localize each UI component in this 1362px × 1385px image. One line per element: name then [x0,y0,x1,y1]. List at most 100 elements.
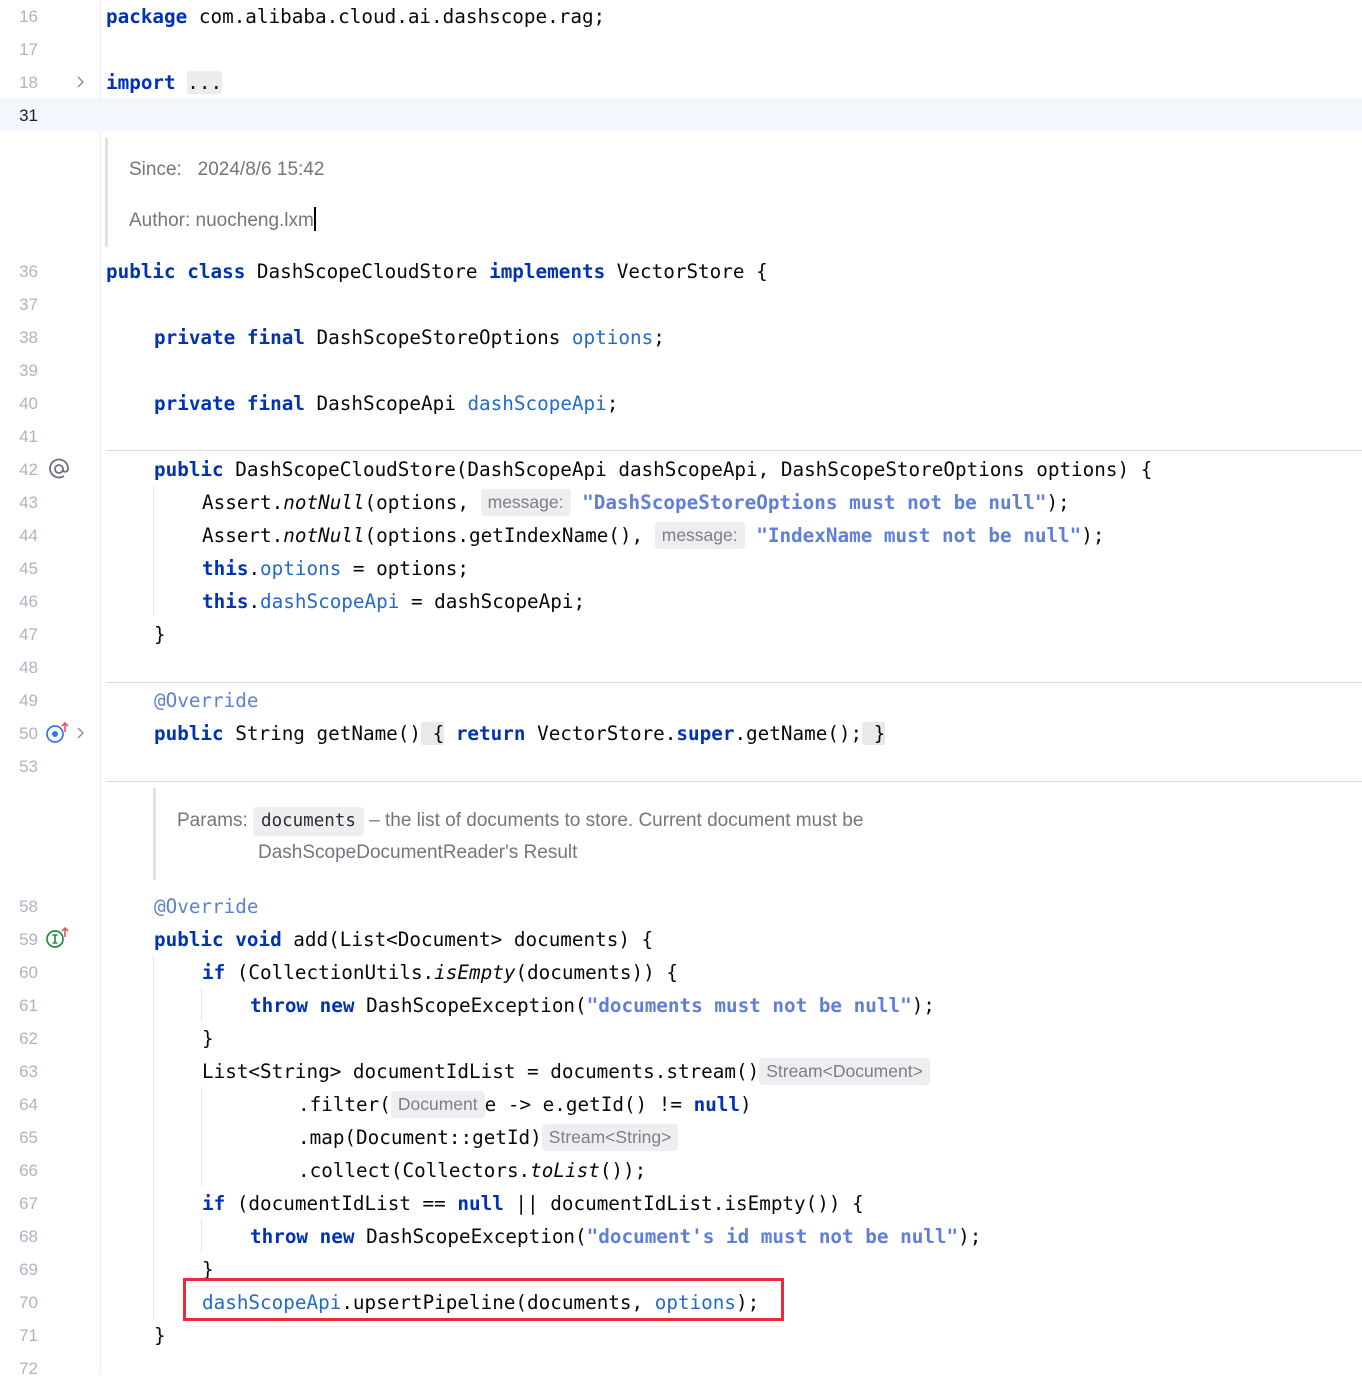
implements-method-icon[interactable] [45,926,71,950]
line-end: ); [1081,524,1105,547]
doc-since-label: Since: [129,159,182,180]
code-line-47[interactable]: } [154,618,166,651]
code-line-66[interactable]: .collect(Collectors.toList()); [298,1154,646,1187]
type-name: DashScopeApi [304,392,468,415]
field-name: dashScopeApi [260,590,400,613]
indent-guide [153,486,154,616]
constructor-call: DashScopeException( [354,994,587,1017]
doc-author-label: Author: [129,210,191,231]
line-number[interactable]: 68 [0,1220,38,1253]
line-number[interactable]: 59 [0,923,38,956]
line-number[interactable]: 47 [0,618,38,651]
line-number[interactable]: 66 [0,1154,38,1187]
line-number[interactable]: 63 [0,1055,38,1088]
line-number[interactable]: 48 [0,651,38,684]
line-number[interactable]: 17 [0,33,38,66]
indent-guide [201,1219,202,1252]
code-line-61[interactable]: throw new DashScopeException("documents … [250,989,935,1022]
chevron-right-icon[interactable] [75,726,87,740]
line-number[interactable]: 39 [0,354,38,387]
code-line-59[interactable]: public void add(List<Document> documents… [154,923,653,956]
condition: || documentIdList.isEmpty()) { [503,1192,864,1215]
line-number[interactable]: 46 [0,585,38,618]
field-name: options [260,557,342,580]
args: (options, [364,491,481,514]
line-number[interactable]: 62 [0,1022,38,1055]
line-number[interactable]: 71 [0,1319,38,1352]
line-number[interactable]: 50 [0,717,38,750]
code-line-64[interactable]: .filter(Document e -> e.getId() != null) [298,1088,752,1121]
static-method: notNull [283,491,365,514]
fold-region[interactable]: { [421,722,445,745]
line-number[interactable]: 38 [0,321,38,354]
line-number[interactable]: 41 [0,420,38,453]
keyword: super [676,722,735,745]
code-line-62[interactable]: } [202,1022,214,1055]
line-number-current[interactable]: 31 [0,99,38,132]
class-ref: (CollectionUtils. [225,961,435,984]
line-number[interactable]: 44 [0,519,38,552]
line-number[interactable]: 60 [0,956,38,989]
line-number[interactable]: 36 [0,255,38,288]
static-method: notNull [283,524,365,547]
assignment: = dashScopeApi; [399,590,586,613]
code-line-45[interactable]: this.options = options; [202,552,469,585]
line-number[interactable]: 16 [0,0,38,33]
code-line-36[interactable]: public class DashScopeCloudStore impleme… [106,255,768,288]
doc-author: Author: nuocheng.lxm [129,207,316,232]
keyword: private [154,326,236,349]
line-number[interactable]: 65 [0,1121,38,1154]
class-ref: VectorStore. [525,722,677,745]
line-number[interactable]: 64 [0,1088,38,1121]
line-number[interactable]: 72 [0,1352,38,1385]
code-line-60[interactable]: if (CollectionUtils.isEmpty(documents)) … [202,956,678,989]
line-number[interactable]: 58 [0,890,38,923]
code-line-68[interactable]: throw new DashScopeException("document's… [250,1220,981,1253]
assignment: = options; [341,557,470,580]
package-path: com.alibaba.cloud.ai.dashscope.rag; [187,5,606,28]
code-line-71[interactable]: } [154,1319,166,1352]
override-method-icon[interactable] [45,721,71,745]
code-line-65[interactable]: .map(Document::getId) Stream<String> [298,1121,679,1154]
keyword: void [235,928,282,951]
line-number[interactable]: 69 [0,1253,38,1286]
doc-params-label: Params: [177,810,248,831]
code-line-46[interactable]: this.dashScopeApi = dashScopeApi; [202,585,585,618]
line-number[interactable]: 67 [0,1187,38,1220]
string-literal: "document's id must not be null" [586,1225,959,1248]
indent-guide [201,1087,202,1186]
code-line-43[interactable]: Assert.notNull(options, message: "DashSc… [202,486,1070,519]
line-number[interactable]: 53 [0,750,38,783]
line-number[interactable]: 43 [0,486,38,519]
type-hint: Document [390,1091,485,1118]
code-line-50[interactable]: public String getName() { return VectorS… [154,717,886,750]
code-line-44[interactable]: Assert.notNull(options.getIndexName(), m… [202,519,1105,552]
code-line-58-annotation[interactable]: @Override [154,890,258,923]
method-call: .filter( [298,1093,391,1116]
code-line-38[interactable]: private final DashScopeStoreOptions opti… [154,321,665,354]
code-line-49-annotation[interactable]: @Override [154,684,258,717]
line-number[interactable]: 70 [0,1286,38,1319]
constructor-signature: DashScopeCloudStore(DashScopeApi dashSco… [223,458,1153,481]
semicolon: ; [653,326,665,349]
code-line-67[interactable]: if (documentIdList == null || documentId… [202,1187,864,1220]
line-number[interactable]: 61 [0,989,38,1022]
chevron-right-icon[interactable] [75,75,87,89]
line-number[interactable]: 42 [0,453,38,486]
code-line-63[interactable]: List<String> documentIdList = documents.… [202,1055,930,1088]
line-number[interactable]: 40 [0,387,38,420]
folded-imports[interactable]: ... [187,71,223,94]
line-number[interactable]: 49 [0,684,38,717]
line-number[interactable]: 18 [0,66,38,99]
static-method: isEmpty [434,961,516,984]
line-number[interactable]: 37 [0,288,38,321]
code-line-16[interactable]: package com.alibaba.cloud.ai.dashscope.r… [106,0,605,33]
doc-since: Since: 2024/8/6 15:42 [129,159,324,181]
code-line-18[interactable]: import ... [106,66,223,99]
code-line-42[interactable]: public DashScopeCloudStore(DashScopeApi … [154,453,1152,486]
fold-region[interactable]: } [862,722,886,745]
implementation-at-icon[interactable] [47,457,71,481]
line-number[interactable]: 45 [0,552,38,585]
code-line-40[interactable]: private final DashScopeApi dashScopeApi; [154,387,618,420]
